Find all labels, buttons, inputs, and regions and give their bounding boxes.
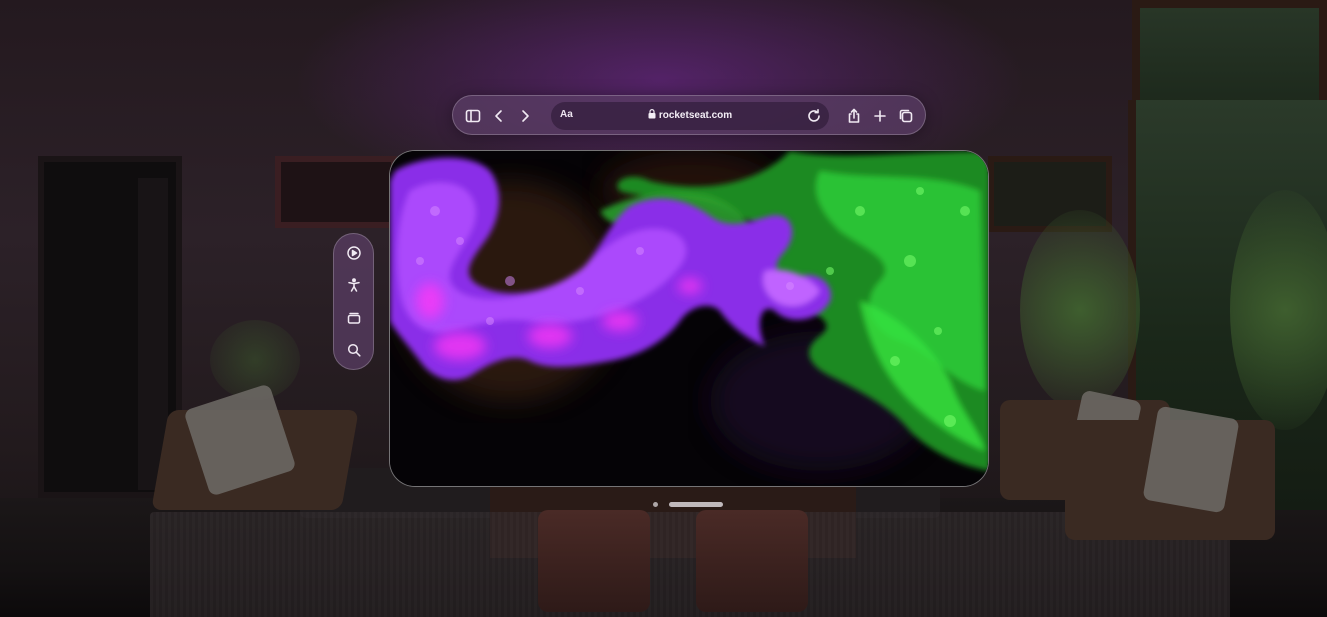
search-icon [347, 343, 361, 357]
reload-icon [808, 108, 820, 122]
tabs-icon [899, 109, 913, 123]
window-grabber-bar[interactable] [669, 502, 723, 507]
tabs-overview-button[interactable] [895, 105, 917, 127]
web-content-window[interactable] [389, 150, 989, 487]
ottoman [696, 510, 808, 612]
forward-icon [522, 110, 529, 122]
url-text: rocketseat.com [658, 110, 733, 121]
back-button[interactable] [488, 105, 510, 127]
plus-icon [874, 110, 886, 122]
sidebar-toggle-button[interactable] [462, 105, 484, 127]
window-close-dot[interactable] [653, 502, 658, 507]
fluid-simulation-art [390, 151, 988, 486]
wall-frame-left [275, 156, 397, 228]
accessibility-button[interactable] [344, 275, 364, 295]
play-circle-icon [347, 246, 361, 260]
back-icon [495, 110, 502, 122]
address-bar[interactable]: Aa rocketseat.com [551, 102, 829, 130]
window-stack-icon [347, 312, 361, 324]
forward-button[interactable] [514, 105, 536, 127]
new-tab-button[interactable] [869, 105, 891, 127]
share-icon [848, 108, 860, 123]
share-button[interactable] [843, 105, 865, 127]
lock-icon [648, 109, 656, 119]
sidebar-icon [465, 109, 481, 123]
play-button[interactable] [344, 243, 364, 263]
search-button[interactable] [344, 340, 364, 360]
plant [1020, 210, 1140, 410]
ornament-toolbar [333, 233, 374, 370]
pillow [1142, 405, 1240, 514]
ottoman [538, 510, 650, 612]
browser-toolbar: Aa rocketseat.com [452, 95, 926, 135]
window-button[interactable] [344, 308, 364, 328]
reload-button[interactable] [805, 107, 823, 125]
accessibility-icon [348, 278, 360, 292]
url-display[interactable]: rocketseat.com [551, 109, 829, 121]
